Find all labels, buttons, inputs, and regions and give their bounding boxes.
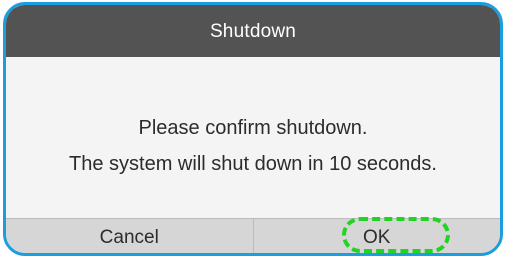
ok-button[interactable]: OK [254,219,501,253]
countdown-message: The system will shut down in 10 seconds. [69,153,437,175]
cancel-button-label: Cancel [99,227,159,248]
dialog-title: Shutdown [209,21,297,42]
cancel-button[interactable]: Cancel [6,219,253,253]
shutdown-dialog: Shutdown Please confirm shutdown. The sy… [3,2,503,256]
ok-button-label: OK [363,227,391,248]
dialog-button-bar: Cancel OK [6,218,501,253]
dialog-body: Please confirm shutdown. The system will… [6,57,500,218]
confirm-message: Please confirm shutdown. [138,117,368,139]
dialog-titlebar: Shutdown [6,5,500,57]
